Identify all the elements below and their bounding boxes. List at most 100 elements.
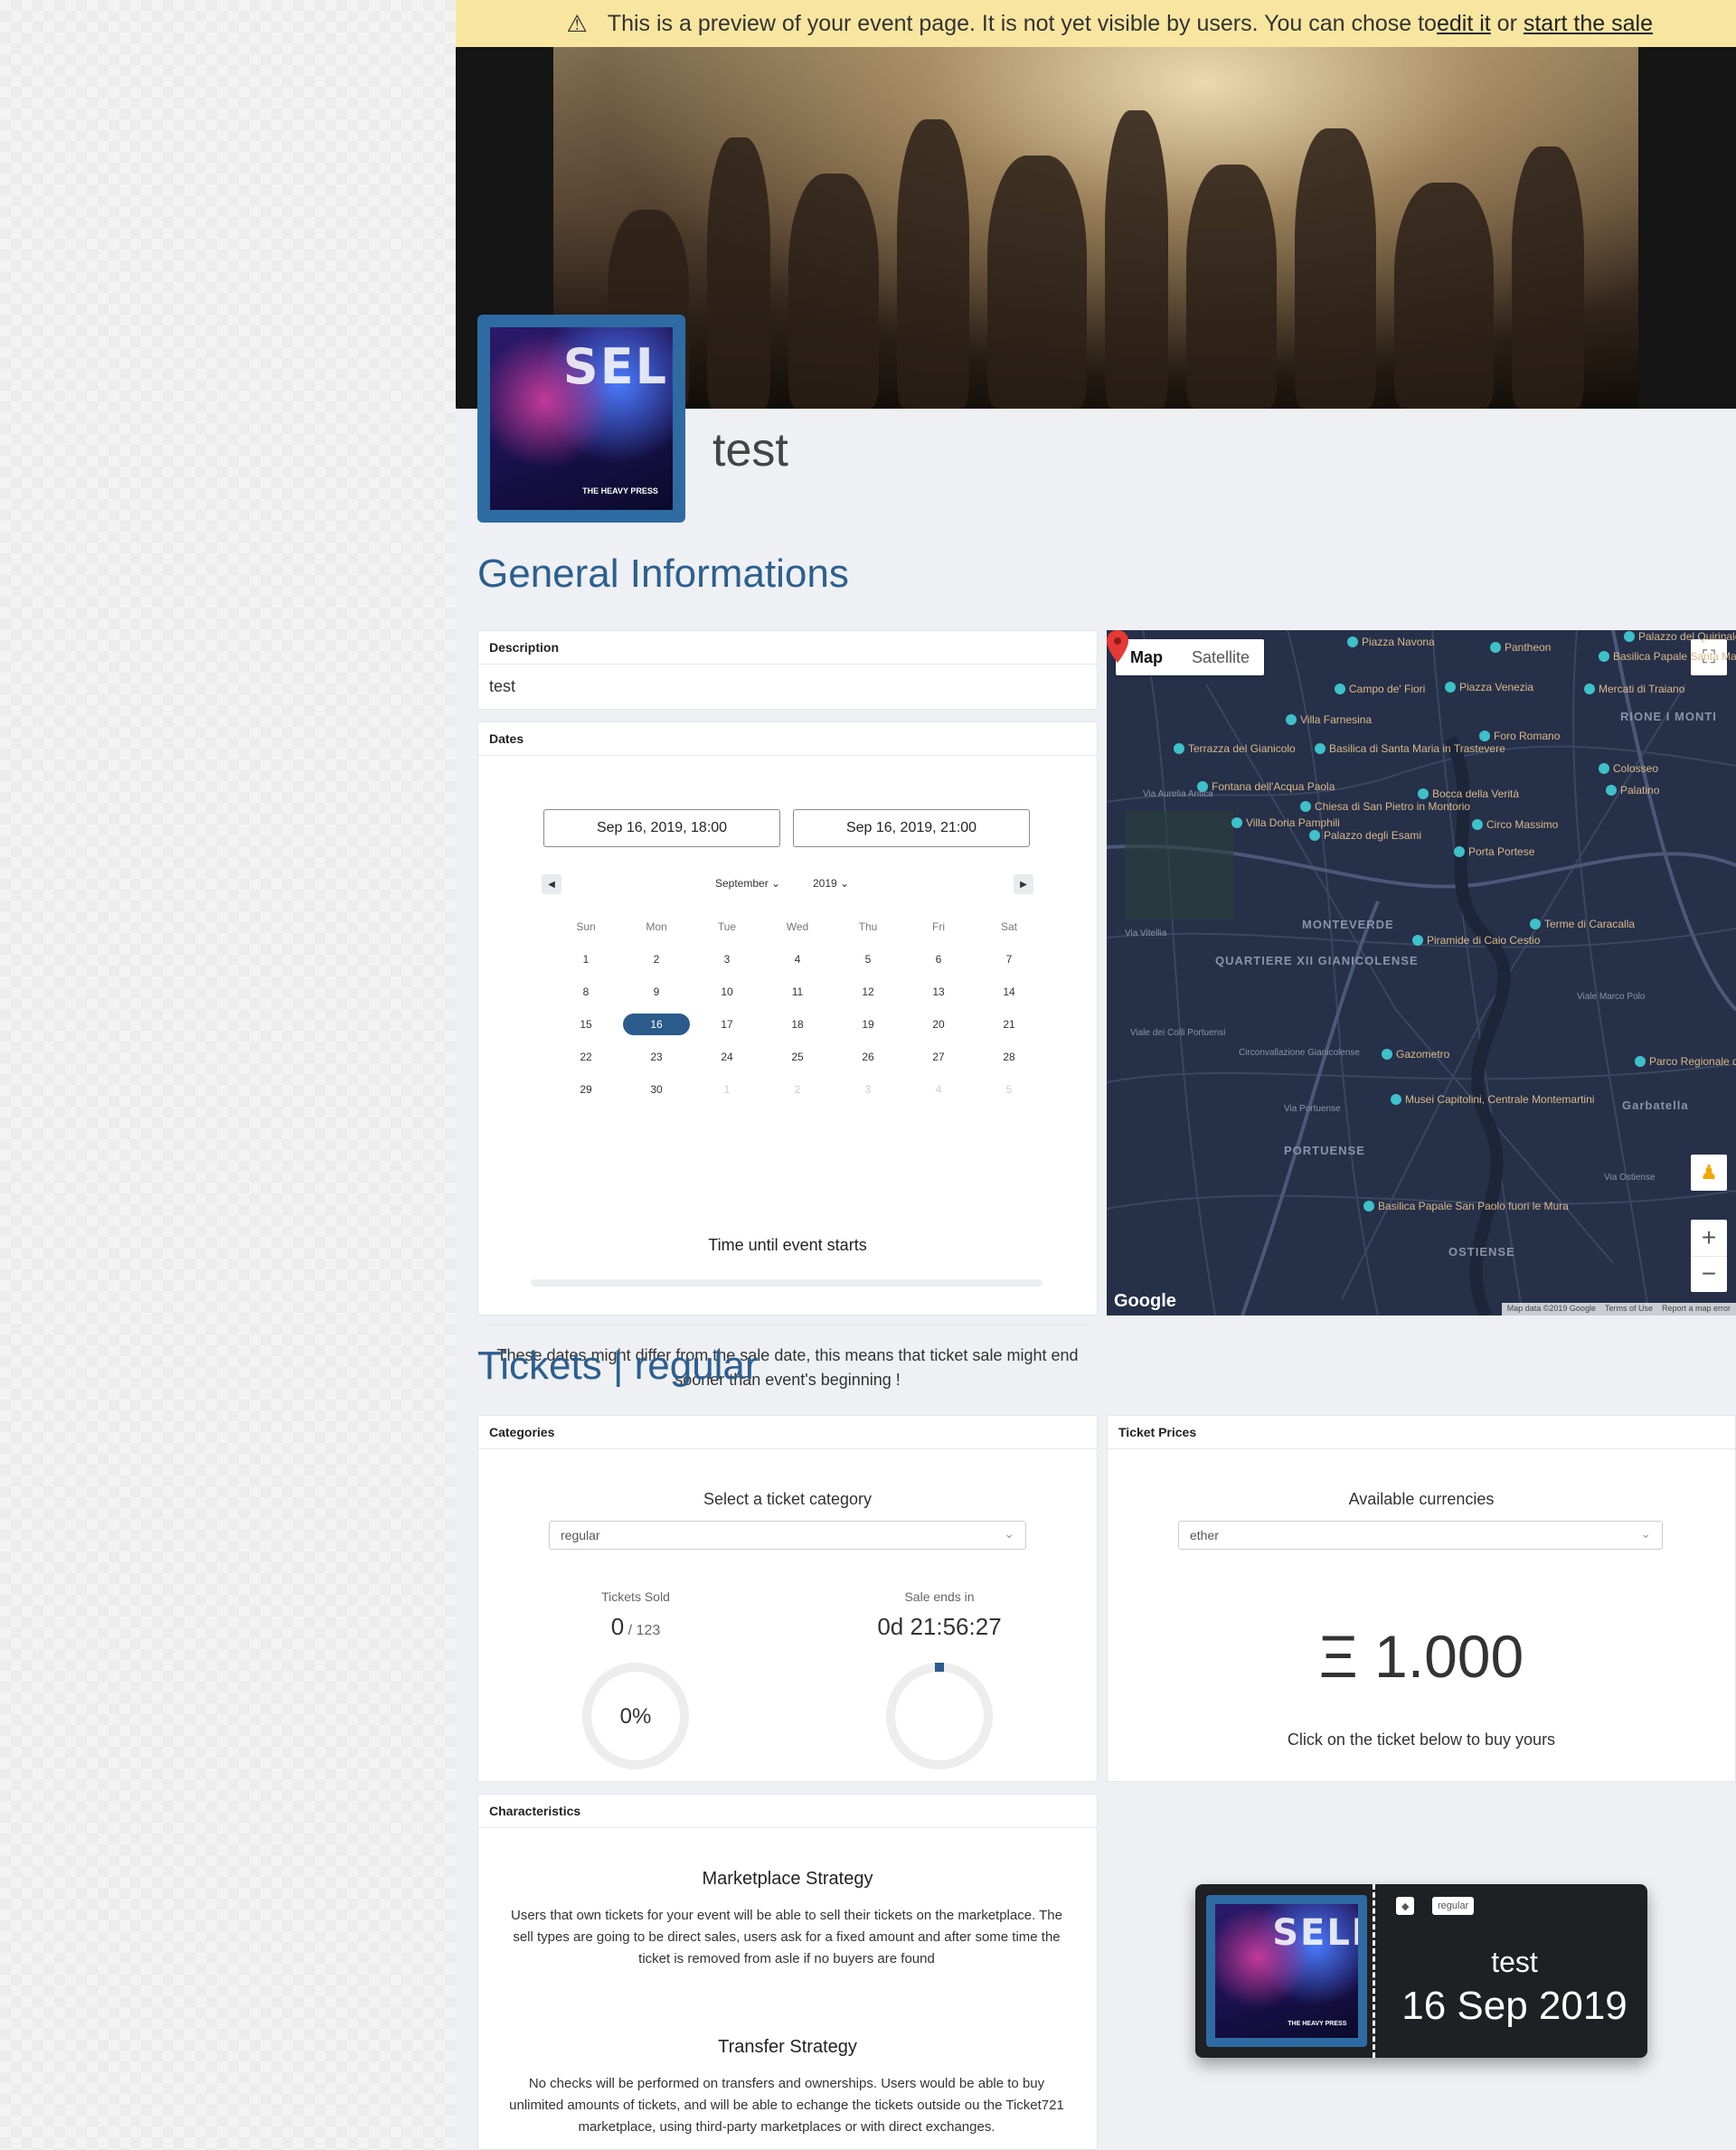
poi-marker-icon[interactable] (1300, 801, 1311, 812)
transfer-strategy-text: No checks will be performed on transfers… (509, 2076, 1064, 2135)
calendar-day[interactable]: 8 (551, 985, 621, 998)
poi-marker-icon[interactable] (1335, 684, 1345, 694)
calendar-day[interactable]: 15 (551, 1018, 621, 1031)
poi-marker-icon[interactable] (1599, 651, 1609, 662)
calendar-day[interactable]: 10 (692, 985, 762, 998)
calendar-day[interactable]: 9 (621, 985, 692, 998)
poi-marker-icon[interactable] (1174, 743, 1184, 754)
next-month-button[interactable]: ▶ (1014, 874, 1033, 894)
banner-text: This is a preview of your event page. It… (607, 10, 1437, 36)
event-location-map[interactable]: Map Satellite ⛶ Piazza Navona Pantheon Pal… (1107, 630, 1736, 1315)
calendar-day: 3 (864, 1083, 872, 1096)
poi-marker-icon[interactable] (1624, 631, 1635, 642)
calendar-day[interactable]: 28 (974, 1051, 1044, 1063)
poi-marker-icon[interactable] (1454, 846, 1465, 857)
start-date-field[interactable]: Sep 16, 2019, 18:00 (543, 809, 780, 847)
calendar-day[interactable]: 6 (903, 953, 974, 966)
poi-marker-icon[interactable] (1347, 637, 1358, 647)
dates-card: Dates Sep 16, 2019, 18:00 Sep 16, 2019, … (477, 721, 1098, 1389)
poi-marker-icon[interactable] (1231, 817, 1242, 828)
poi-marker-icon[interactable] (1315, 743, 1326, 754)
map-place-label: Basilica di Santa Maria in Trastevere (1329, 742, 1505, 755)
calendar-day[interactable]: 24 (692, 1051, 762, 1063)
map-place-label: MONTEVERDE (1302, 918, 1394, 931)
calendar-day[interactable]: 7 (974, 953, 1044, 966)
calendar-day[interactable]: 30 (621, 1083, 692, 1096)
calendar-day[interactable]: 12 (833, 985, 903, 998)
calendar-day[interactable]: 13 (903, 985, 974, 998)
end-date-field[interactable]: Sep 16, 2019, 21:00 (793, 809, 1030, 847)
calendar-day[interactable]: 27 (903, 1051, 974, 1063)
category-select[interactable]: regular ⌄ (549, 1521, 1026, 1550)
calendar-day[interactable]: 18 (762, 1018, 833, 1031)
map-place-label: Piazza Navona (1362, 636, 1435, 648)
calendar-day[interactable]: 21 (974, 1018, 1044, 1031)
year-select[interactable]: 2019 ⌄ (813, 877, 849, 890)
zoom-in-button[interactable]: + (1691, 1220, 1727, 1257)
weekday-label: Mon (646, 920, 667, 933)
poster-title: SELFI (562, 338, 673, 396)
poi-marker-icon[interactable] (1584, 684, 1595, 694)
map-place-label: Gazometro (1396, 1048, 1450, 1061)
calendar-day[interactable]: 19 (833, 1018, 903, 1031)
poi-marker-icon[interactable] (1391, 1094, 1401, 1105)
calendar-day[interactable]: 5 (833, 953, 903, 966)
map-data-credit: Map data ©2019 Google (1506, 1304, 1596, 1313)
satellite-view-button[interactable]: Satellite (1177, 639, 1264, 675)
poi-marker-icon[interactable] (1530, 919, 1541, 929)
ticket-preview[interactable]: SELFI THE HEAVY PRESS ◆ regular test 16 … (1195, 1884, 1647, 2058)
poi-marker-icon[interactable] (1382, 1049, 1392, 1060)
calendar-day[interactable]: 2 (621, 953, 692, 966)
start-sale-link[interactable]: start the sale (1524, 11, 1653, 37)
calendar-day[interactable]: 4 (762, 953, 833, 966)
report-error-link[interactable]: Report a map error (1662, 1304, 1731, 1315)
poi-marker-icon[interactable] (1286, 714, 1297, 725)
poi-marker-icon[interactable] (1606, 785, 1617, 796)
currency-select[interactable]: ether ⌄ (1178, 1521, 1663, 1550)
poi-marker-icon[interactable] (1418, 788, 1429, 799)
calendar-nav: ◀ September ⌄ 2019 ⌄ ▶ (542, 874, 1033, 896)
map-place-label: Villa Farnesina (1300, 713, 1373, 726)
calendar-day[interactable]: 11 (762, 985, 833, 998)
month-select[interactable]: September ⌄ (715, 877, 780, 890)
poi-marker-icon[interactable] (1472, 819, 1483, 830)
map-place-label: Circo Massimo (1486, 818, 1559, 831)
tickets-sold-label: Tickets Sold (601, 1589, 670, 1604)
calendar-day[interactable]: 23 (621, 1051, 692, 1063)
calendar-day[interactable]: 25 (762, 1051, 833, 1063)
calendar-day[interactable]: 16 (621, 1014, 692, 1035)
poi-marker-icon[interactable] (1599, 763, 1609, 774)
poi-marker-icon[interactable] (1445, 682, 1456, 693)
map-place-label: Porta Portese (1468, 845, 1535, 858)
ticket-price: Ξ 1.000 (1318, 1623, 1524, 1690)
map-place-label: Viale dei Colli Portuensi (1130, 1028, 1226, 1038)
zoom-out-button[interactable]: − (1691, 1257, 1727, 1293)
terms-link[interactable]: Terms of Use (1605, 1304, 1653, 1315)
map-place-label: Circonvallazione Gianicolense (1239, 1048, 1360, 1058)
ticket-event-name: test (1491, 1946, 1538, 1978)
poi-marker-icon[interactable] (1635, 1056, 1646, 1067)
calendar-day[interactable]: 20 (903, 1018, 974, 1031)
weekday-label: Sun (576, 920, 596, 933)
poi-marker-icon[interactable] (1490, 642, 1501, 653)
map-place-label: Via Aurelia Antica (1143, 789, 1213, 799)
general-info-title: General Informations (477, 552, 849, 596)
calendar-day[interactable]: 22 (551, 1051, 621, 1063)
poi-marker-icon[interactable] (1479, 731, 1490, 741)
location-pin-icon (1107, 630, 1128, 663)
poi-marker-icon[interactable] (1412, 935, 1423, 946)
street-view-pegman-icon[interactable]: ♟ (1691, 1155, 1727, 1191)
calendar-day[interactable]: 14 (974, 985, 1044, 998)
calendar-day[interactable]: 17 (692, 1018, 762, 1031)
banner-or-text: or (1490, 10, 1524, 36)
calendar-day[interactable]: 3 (692, 953, 762, 966)
prev-month-button[interactable]: ◀ (542, 874, 561, 894)
calendar-day[interactable]: 29 (551, 1083, 621, 1096)
calendar-day[interactable]: 1 (551, 953, 621, 966)
calendar-week-row: 15 16 17 18 19 20 21 (551, 1008, 1044, 1041)
poi-marker-icon[interactable] (1309, 830, 1320, 841)
map-place-label: Basilica Papale San Paolo fuori le Mura (1378, 1200, 1569, 1212)
calendar-day[interactable]: 26 (833, 1051, 903, 1063)
poi-marker-icon[interactable] (1363, 1201, 1374, 1212)
edit-event-link[interactable]: edit it (1437, 11, 1491, 37)
